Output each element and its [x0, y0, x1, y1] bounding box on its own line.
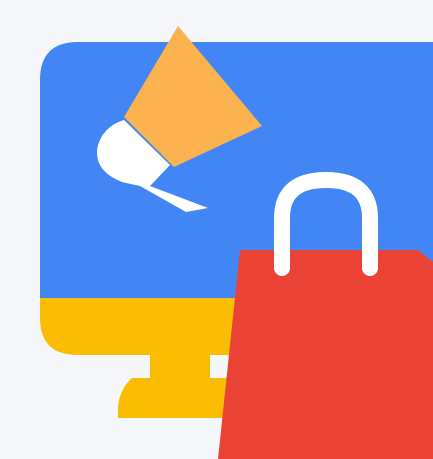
- bag-body: [218, 250, 433, 459]
- illustration: [0, 0, 433, 459]
- illustration-canvas: [40, 26, 433, 459]
